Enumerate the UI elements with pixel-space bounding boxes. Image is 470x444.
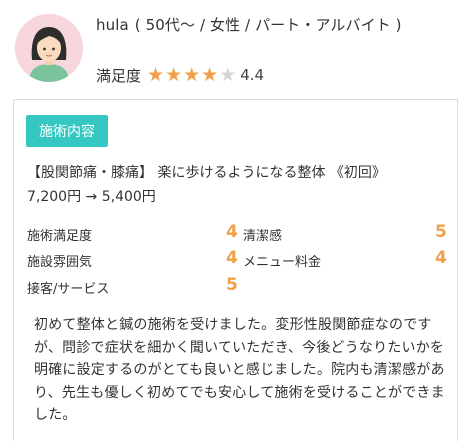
rating-item-cleanliness: 清潔感 5	[243, 222, 447, 244]
star-filled-icon: ★	[147, 63, 165, 86]
review-card: 施術内容 【股関節痛・膝痛】 楽に歩けるようになる整体 《初回》 7,200円 …	[13, 99, 458, 441]
rating-value: 5	[435, 222, 447, 242]
satisfaction-score: 4.4	[240, 66, 265, 84]
rating-item-menu-price: メニュー料金 4	[243, 248, 447, 270]
rating-label: 施設雰囲気	[27, 255, 93, 270]
menu-price: 7,200円 → 5,400円	[27, 189, 156, 205]
rating-value: 4	[435, 248, 447, 268]
rating-item-treatment-satisfaction: 施術満足度 4	[27, 222, 240, 244]
reviewer-demographics: ( 50代〜 / 女性 / パート・アルバイト )	[134, 16, 402, 34]
star-filled-icon: ★	[165, 63, 183, 86]
reviewer-name: hula	[96, 16, 129, 34]
star-empty-icon: ★	[219, 63, 237, 86]
rating-value: 4	[226, 248, 238, 268]
rating-label: 施術満足度	[27, 229, 93, 244]
rating-label: 清潔感	[243, 229, 283, 244]
rating-value: 4	[226, 222, 238, 242]
female-user-avatar-icon	[15, 14, 83, 82]
star-filled-icon: ★	[183, 63, 201, 86]
rating-label: 接客/サービス	[27, 282, 110, 297]
review-comment: 初めて整体と鍼の施術を受けました。変形性股関節症なのですが、問診で症状を細かく聞…	[34, 317, 445, 423]
rating-item-customer-service: 接客/サービス 5	[27, 275, 240, 297]
rating-item-facility-atmosphere: 施設雰囲気 4	[27, 248, 240, 270]
star-filled-icon: ★	[201, 63, 219, 86]
satisfaction-label: 満足度	[96, 66, 142, 85]
reviewer-info: hula ( 50代〜 / 女性 / パート・アルバイト )	[96, 14, 402, 35]
star-rating: ★ ★ ★ ★ ★	[147, 63, 237, 86]
treatment-badge: 施術内容	[26, 115, 108, 147]
satisfaction-rating: 満足度 ★ ★ ★ ★ ★ 4.4	[96, 64, 264, 86]
rating-value: 5	[226, 275, 238, 295]
rating-label: メニュー料金	[243, 255, 322, 270]
menu-title: 【股関節痛・膝痛】 楽に歩けるようになる整体 《初回》	[27, 165, 386, 181]
avatar	[15, 14, 83, 82]
